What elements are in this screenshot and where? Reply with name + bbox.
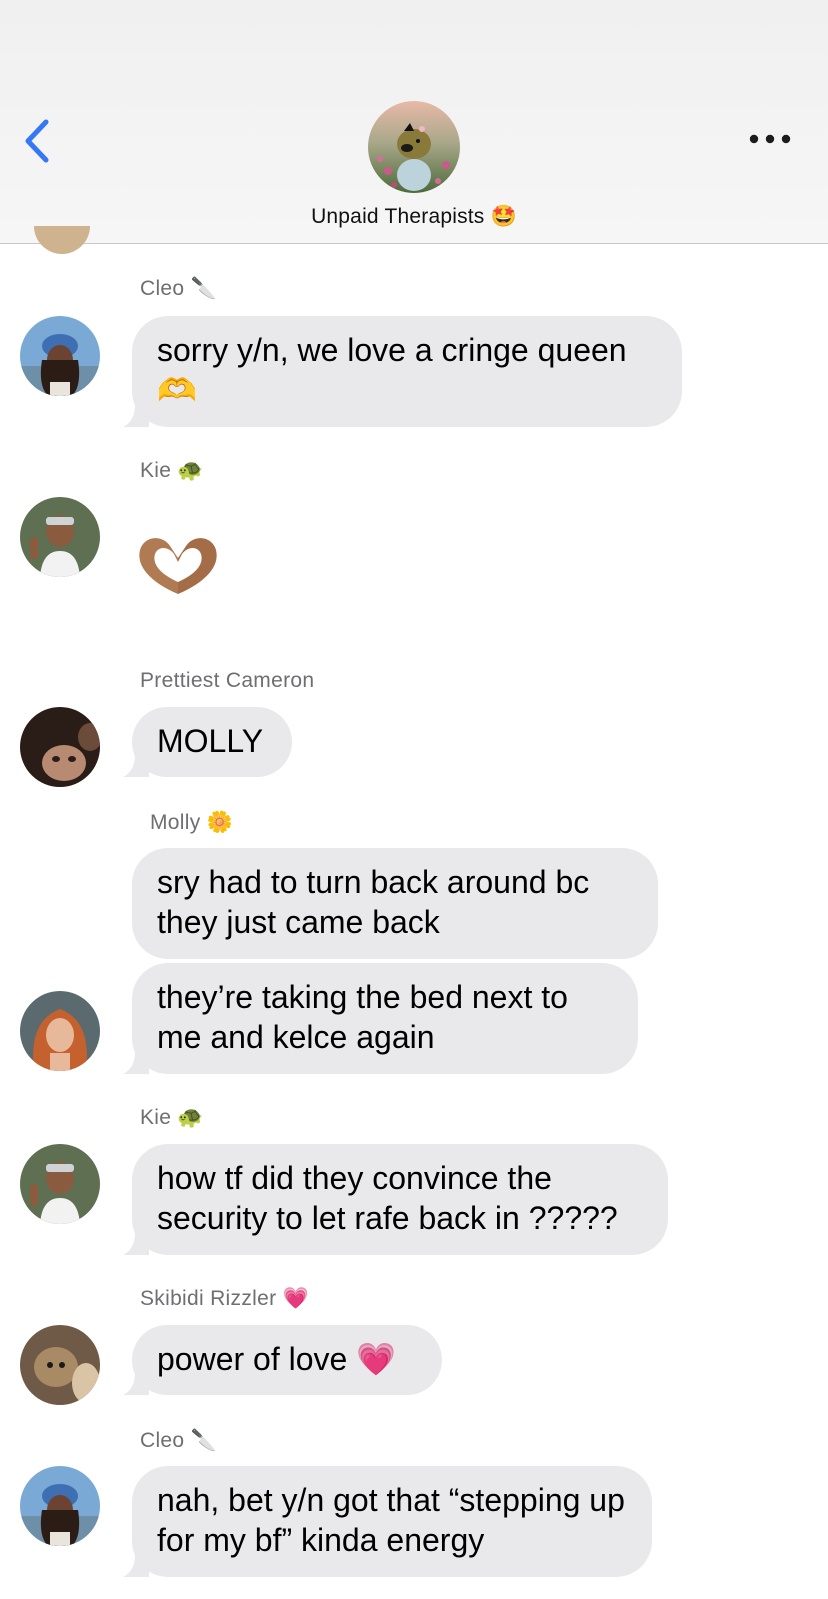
message-bubble[interactable]: power of love 💗: [123, 1325, 442, 1395]
message-bubble[interactable]: sorry y/n, we love a cringe queen 🫶: [123, 316, 682, 427]
knife-emoji-icon: 🔪: [190, 1428, 217, 1452]
message-bubble[interactable]: MOLLY: [123, 707, 292, 777]
message-text: how tf did they convince the security to…: [157, 1160, 618, 1236]
message-bubble[interactable]: how tf did they convince the security to…: [123, 1144, 668, 1255]
message-text: sry had to turn back around bc they just…: [157, 864, 590, 940]
star-struck-emoji-icon: 🤩: [490, 204, 517, 228]
group-avatar[interactable]: [368, 101, 460, 193]
heart-hands-emoji-icon: 🫶: [157, 371, 197, 409]
sender-label: Kie 🐢: [140, 458, 204, 482]
pink-heart-emoji-icon: 💗: [356, 1340, 397, 1378]
message-bubble[interactable]: they’re taking the bed next to me and ke…: [123, 963, 638, 1074]
sender-label: Prettiest Cameron: [140, 669, 315, 692]
message-text: MOLLY: [157, 723, 264, 759]
message-bubble[interactable]: nah, bet y/n got that “stepping up for m…: [123, 1466, 652, 1577]
message-text: sorry y/n, we love a cringe queen: [157, 332, 627, 368]
knife-emoji-icon: 🔪: [190, 276, 217, 300]
sender-label: Molly 🌼: [150, 810, 234, 834]
blossom-emoji-icon: 🌼: [206, 810, 234, 834]
heart-hands-emoji-icon: [139, 538, 217, 594]
turtle-emoji-icon: 🐢: [177, 458, 204, 482]
more-options-icon[interactable]: [746, 124, 794, 154]
turtle-emoji-icon: 🐢: [177, 1105, 204, 1129]
group-title-text: Unpaid Therapists: [311, 205, 485, 228]
pink-heart-emoji-icon: 💗: [282, 1286, 309, 1310]
sender-label: Cleo 🔪: [140, 276, 217, 300]
avatar-skibidi-rizzler[interactable]: [20, 1325, 100, 1405]
message-bubble[interactable]: sry had to turn back around bc they just…: [132, 848, 658, 959]
sender-label: Skibidi Rizzler 💗: [140, 1286, 309, 1310]
sender-label: Kie 🐢: [140, 1105, 204, 1129]
avatar-cleo[interactable]: [20, 316, 100, 396]
chat-header: Unpaid Therapists 🤩: [0, 0, 828, 244]
message-text: they’re taking the bed next to me and ke…: [157, 979, 568, 1055]
avatar-cleo[interactable]: [20, 1466, 100, 1546]
avatar-kie[interactable]: [20, 1144, 100, 1224]
avatar-kie[interactable]: [20, 497, 100, 577]
message-text: power of love: [157, 1341, 348, 1377]
message-text: nah, bet y/n got that “stepping up for m…: [157, 1482, 625, 1558]
group-title[interactable]: Unpaid Therapists 🤩: [0, 204, 828, 229]
avatar-prettiest-cameron[interactable]: [20, 707, 100, 787]
avatar-partial: [34, 226, 90, 254]
sender-label: Cleo 🔪: [140, 1428, 217, 1452]
avatar-molly[interactable]: [20, 991, 100, 1071]
back-chevron-icon[interactable]: [22, 118, 58, 164]
